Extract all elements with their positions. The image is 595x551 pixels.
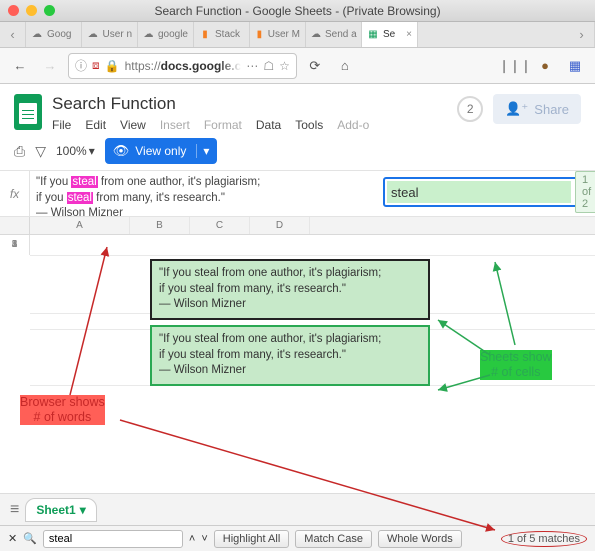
- menu-format[interactable]: Format: [204, 118, 242, 132]
- menu-file[interactable]: File: [52, 118, 71, 132]
- sheets-find-count: 1 of 2: [575, 171, 595, 213]
- menu-addons[interactable]: Add-o: [337, 118, 369, 132]
- browser-find-result: 1 of 5 matches: [501, 531, 587, 547]
- doc-title[interactable]: Search Function: [52, 94, 369, 114]
- sheet-tabs-bar: ≡ Sheet1 ▾: [0, 493, 595, 525]
- cell-quote-2[interactable]: "If you steal from one author, it's plag…: [150, 325, 430, 386]
- menu-data[interactable]: Data: [256, 118, 281, 132]
- menu-tools[interactable]: Tools: [295, 118, 323, 132]
- row-5[interactable]: 5: [0, 235, 30, 255]
- formula-bar-row: fx "If you steal from one author, it's p…: [0, 171, 595, 217]
- spreadsheet-grid[interactable]: 1 2 3 4 5 "If you steal from one author,…: [0, 235, 595, 455]
- tab-3[interactable]: ▮Stack: [194, 22, 250, 47]
- presence-badge[interactable]: 2: [457, 96, 483, 122]
- sheets-find-input[interactable]: [387, 181, 571, 203]
- tab-5[interactable]: ☁Send a: [306, 22, 362, 47]
- browser-find-bar: ✕ 🔍 ˄ ˅ Highlight All Match Case Whole W…: [0, 525, 595, 551]
- highlight-all-button[interactable]: Highlight All: [214, 530, 289, 548]
- find-next-icon[interactable]: ˅: [201, 533, 207, 545]
- menu-view[interactable]: View: [120, 118, 146, 132]
- fx-label: fx: [0, 171, 30, 216]
- highlight-1: steal: [71, 176, 97, 188]
- zoom-select[interactable]: 100% ▾: [56, 144, 95, 158]
- tab-scroll-left[interactable]: ‹: [0, 22, 26, 47]
- home-button[interactable]: ⌂: [333, 54, 357, 78]
- col-B[interactable]: B: [130, 217, 190, 234]
- sheet-tab-1[interactable]: Sheet1 ▾: [25, 498, 96, 522]
- print-icon[interactable]: ⎙: [14, 143, 25, 160]
- library-icon[interactable]: ❘❘❘: [503, 54, 527, 78]
- back-button[interactable]: ←: [8, 54, 32, 78]
- stackoverflow-icon: ▮: [255, 29, 264, 41]
- stackoverflow-icon: ▮: [199, 29, 211, 41]
- lock-icon: 🔒: [105, 59, 120, 73]
- match-case-button[interactable]: Match Case: [295, 530, 372, 548]
- window-titlebar: Search Function - Google Sheets - (Priva…: [0, 0, 595, 22]
- reload-button[interactable]: ⟳: [303, 54, 327, 78]
- filter-icon[interactable]: ▽: [35, 143, 46, 160]
- col-C[interactable]: C: [190, 217, 250, 234]
- info-icon: ⓘ: [75, 57, 87, 74]
- chevron-down-icon: ▾: [89, 144, 95, 158]
- tab-scroll-right[interactable]: ›: [569, 22, 595, 47]
- tab-0[interactable]: ☁Goog: [26, 22, 82, 47]
- tab-1[interactable]: ☁User n: [82, 22, 138, 47]
- close-tab-icon[interactable]: ×: [406, 29, 412, 40]
- menu-edit[interactable]: Edit: [85, 118, 106, 132]
- sheets-find-box: 1 of 2: [383, 177, 585, 207]
- cell-quote-active[interactable]: "If you steal from one author, it's plag…: [150, 259, 430, 320]
- sheets-toolbar: ⎙ ▽ 100% ▾ 👁 View only ▾: [0, 132, 595, 171]
- tab-4[interactable]: ▮User M: [250, 22, 306, 47]
- browser-find-input[interactable]: [43, 530, 183, 548]
- person-plus-icon: 👤⁺: [505, 101, 528, 117]
- sheets-logo-icon: [14, 94, 42, 130]
- whole-words-button[interactable]: Whole Words: [378, 530, 462, 548]
- tab-2[interactable]: ☁google: [138, 22, 194, 47]
- menu-bar: File Edit View Insert Format Data Tools …: [52, 118, 369, 132]
- cloud-icon: ☁: [87, 29, 99, 41]
- chevron-down-icon: ▾: [196, 144, 209, 158]
- highlight-2: steal: [67, 192, 93, 204]
- view-only-button[interactable]: 👁 View only ▾: [105, 138, 218, 164]
- tab-6-active[interactable]: ▦Se×: [362, 22, 418, 47]
- all-sheets-icon[interactable]: ≡: [10, 501, 19, 519]
- star-icon[interactable]: ☆: [279, 59, 290, 73]
- page-action-icon[interactable]: ⋯: [246, 59, 258, 73]
- toolbar: ← → ⓘ ⧈ 🔒 https://docs.google.c ⋯ ☖ ☆ ⟳ …: [0, 48, 595, 84]
- extension-icon[interactable]: ●: [533, 54, 557, 78]
- sheets-icon: ▦: [367, 29, 379, 41]
- forward-button[interactable]: →: [38, 54, 62, 78]
- col-D[interactable]: D: [250, 217, 310, 234]
- ublock-icon: ⧈: [92, 58, 100, 73]
- cloud-icon: ☁: [31, 29, 43, 41]
- url-text: https://docs.google.c: [125, 59, 242, 73]
- chevron-down-icon: ▾: [80, 503, 86, 517]
- menu-insert[interactable]: Insert: [160, 118, 190, 132]
- extension-icon-2[interactable]: ▦: [563, 54, 587, 78]
- find-prev-icon[interactable]: ˄: [189, 533, 195, 545]
- window-title: Search Function - Google Sheets - (Priva…: [0, 4, 595, 18]
- eye-icon: 👁: [113, 143, 130, 159]
- reader-icon[interactable]: ☖: [263, 59, 274, 73]
- cloud-icon: ☁: [311, 29, 321, 41]
- search-icon: 🔍: [23, 532, 37, 545]
- cloud-icon: ☁: [143, 29, 154, 41]
- close-findbar-icon[interactable]: ✕: [8, 532, 17, 545]
- tab-strip: ‹ ☁Goog ☁User n ☁google ▮Stack ▮User M ☁…: [0, 22, 595, 48]
- sheets-header: Search Function File Edit View Insert Fo…: [0, 84, 595, 132]
- share-button[interactable]: 👤⁺Share: [493, 94, 581, 124]
- address-bar[interactable]: ⓘ ⧈ 🔒 https://docs.google.c ⋯ ☖ ☆: [68, 53, 297, 79]
